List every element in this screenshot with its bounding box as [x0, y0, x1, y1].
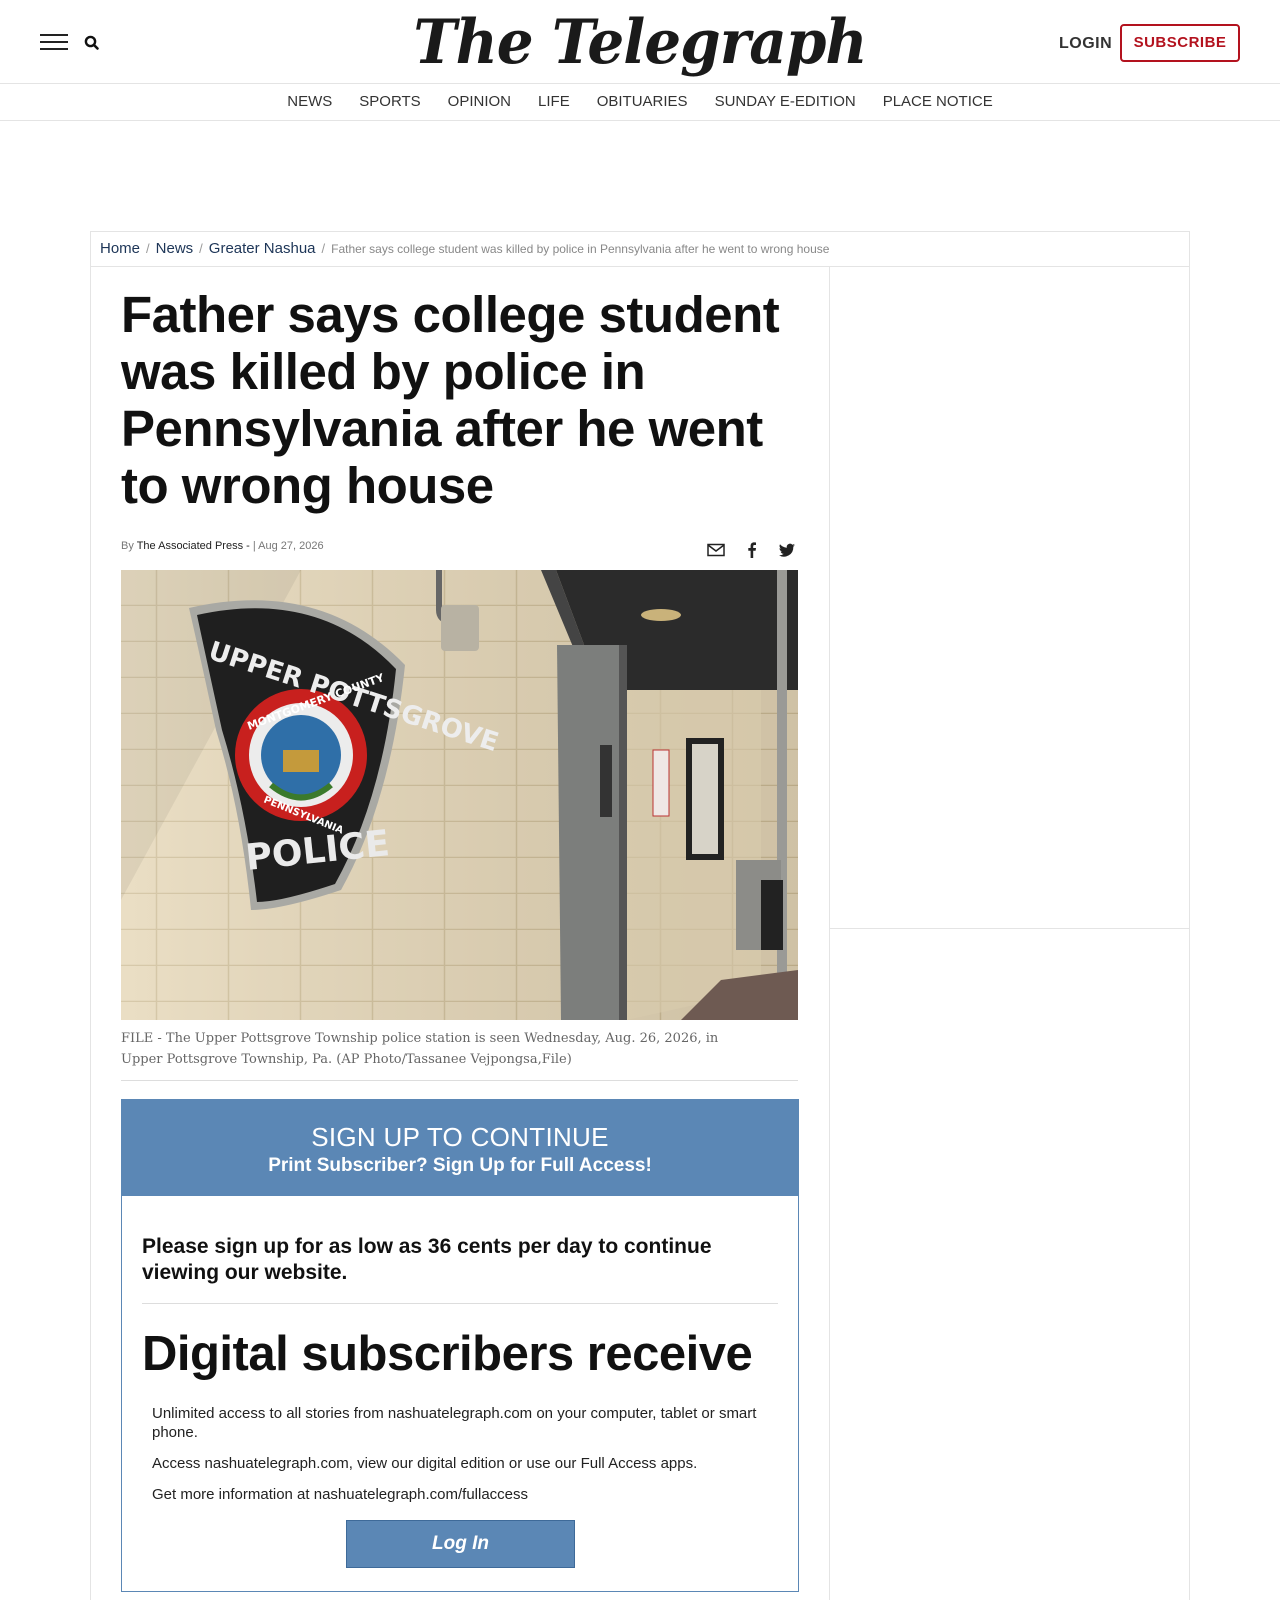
paywall-title: SIGN UP TO CONTINUE	[311, 1122, 609, 1152]
breadcrumb-separator: /	[199, 241, 203, 256]
byline-author[interactable]: The Associated Press -	[137, 540, 250, 552]
byline: By The Associated Press - | Aug 27, 2026	[121, 540, 324, 552]
breadcrumb: Home / News / Greater Nashua / Father sa…	[90, 231, 1190, 267]
nav-item-sunday-e-edition[interactable]: SUNDAY E-EDITION	[701, 84, 869, 120]
paywall-lead: Please sign up for as low as 36 cents pe…	[142, 1235, 712, 1284]
sidebar-ad-divider	[829, 928, 1190, 929]
login-link[interactable]: LOGIN	[1059, 35, 1112, 53]
facebook-share-icon[interactable]	[742, 540, 762, 560]
nav-item-place-notice[interactable]: PLACE NOTICE	[869, 84, 1006, 120]
breadcrumb-news[interactable]: News	[156, 240, 194, 257]
paywall-header: SIGN UP TO CONTINUE Print Subscriber? Si…	[122, 1100, 798, 1196]
site-header: The Telegraph LOGIN SUBSCRIBE	[0, 0, 1280, 84]
caption-divider	[121, 1080, 798, 1081]
article-photo: UPPER POTTSGROVE MONTGOMERY COUNTY PENNS…	[121, 570, 798, 1020]
paywall-subtitle[interactable]: Print Subscriber? Sign Up for Full Acces…	[122, 1155, 798, 1177]
main-nav: NEWS SPORTS OPINION LIFE OBITUARIES SUND…	[0, 84, 1280, 121]
breadcrumb-current: Father says college student was killed b…	[331, 241, 830, 256]
subscribe-button[interactable]: SUBSCRIBE	[1120, 24, 1240, 62]
benefit-item: Access nashuatelegraph.com, view our dig…	[152, 1455, 698, 1472]
benefit-item: Unlimited access to all stories from nas…	[152, 1405, 757, 1441]
benefit-item: Get more information at nashuatelegraph.…	[152, 1486, 529, 1503]
benefits-list: Unlimited access to all stories from nas…	[152, 1404, 762, 1516]
nav-item-life[interactable]: LIFE	[525, 84, 584, 120]
article-headline: Father says college student was killed b…	[121, 286, 780, 514]
photo-caption: FILE - The Upper Pottsgrove Township pol…	[121, 1031, 719, 1067]
byline-prefix: By	[121, 540, 134, 552]
log-in-button[interactable]: Log In	[346, 1520, 575, 1568]
nav-item-news[interactable]: NEWS	[274, 84, 346, 120]
breadcrumb-home[interactable]: Home	[100, 240, 140, 257]
nav-item-obituaries[interactable]: OBITUARIES	[583, 84, 701, 120]
paywall-box: SIGN UP TO CONTINUE Print Subscriber? Si…	[121, 1099, 799, 1592]
sidebar-divider	[829, 267, 830, 1600]
breadcrumb-section[interactable]: Greater Nashua	[209, 240, 316, 257]
email-share-icon[interactable]	[706, 540, 726, 560]
breadcrumb-separator: /	[321, 241, 326, 256]
nav-item-sports[interactable]: SPORTS	[346, 84, 434, 120]
nav-item-opinion[interactable]: OPINION	[434, 84, 524, 120]
paywall-heading: Digital subscribers receive	[142, 1327, 753, 1381]
byline-date: | Aug 27, 2026	[252, 540, 324, 552]
breadcrumb-separator: /	[146, 241, 150, 256]
twitter-share-icon[interactable]	[777, 540, 797, 560]
paywall-divider	[142, 1303, 778, 1304]
